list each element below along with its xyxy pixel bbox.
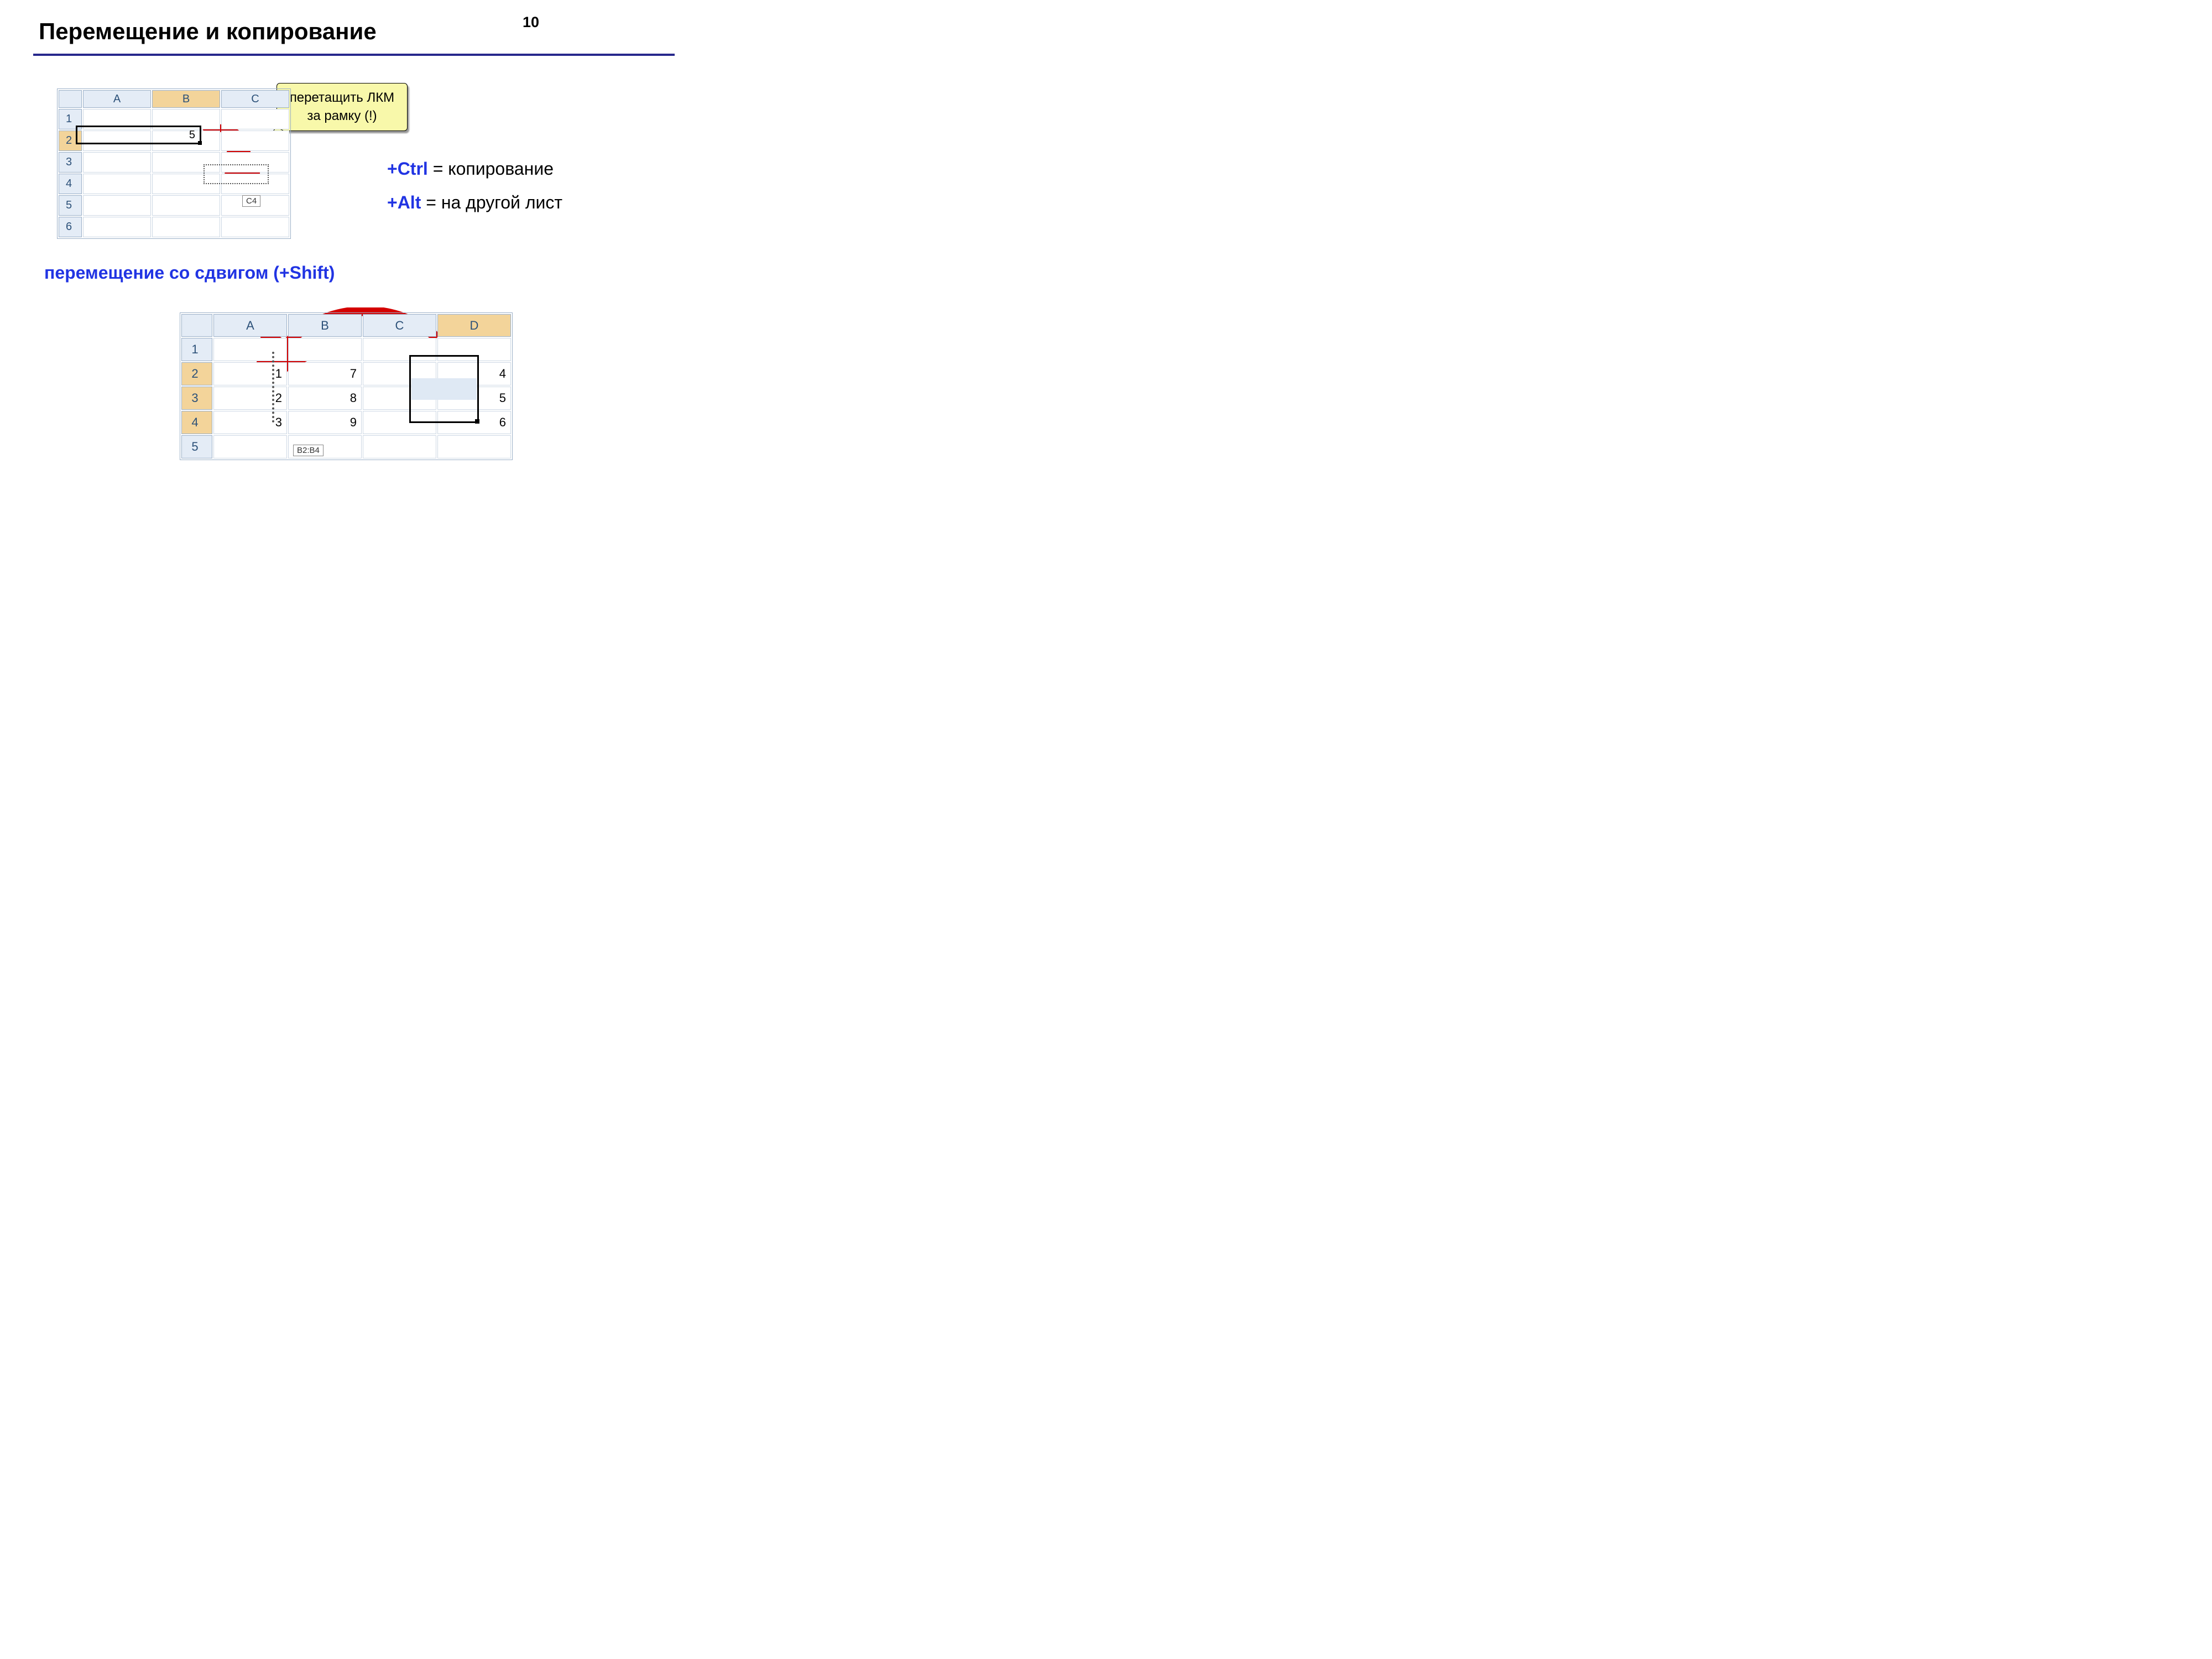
section-subheading: перемещение со сдвигом (+Shift) (44, 263, 335, 283)
spreadsheet-2: ABCD12174328543965 (180, 312, 513, 460)
cell-reference-tooltip: B2:B4 (293, 445, 324, 456)
cell-reference-tooltip: C4 (242, 195, 260, 207)
callout-text: перетащить ЛКМ за рамку (!) (290, 89, 394, 125)
ctrl-desc: = копирование (428, 159, 554, 179)
modifier-legend: +Ctrl = копирование +Alt = на другой лис… (387, 152, 562, 220)
callout-tooltip: перетащить ЛКМ за рамку (!) (276, 83, 408, 131)
alt-key-label: +Alt (387, 192, 421, 212)
title-divider (33, 54, 675, 56)
spreadsheet-1: ABC123456 (57, 88, 291, 239)
alt-desc: = на другой лист (421, 192, 562, 212)
page-title: Перемещение и копирование (39, 18, 377, 45)
ctrl-key-label: +Ctrl (387, 159, 428, 179)
page-number: 10 (523, 14, 539, 31)
